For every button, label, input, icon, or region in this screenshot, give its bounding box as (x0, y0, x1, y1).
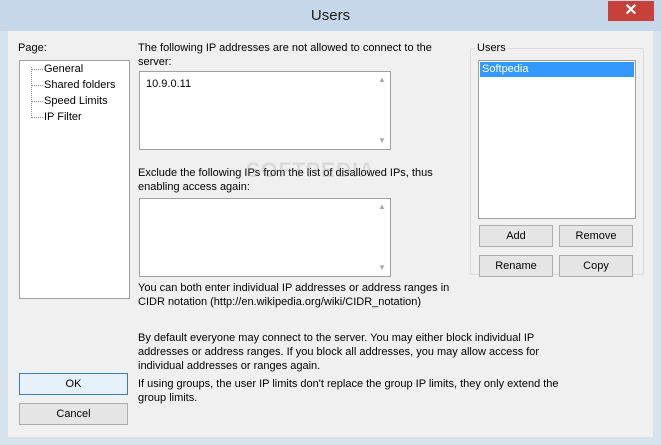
scroll-down-icon[interactable]: ▼ (374, 260, 390, 276)
scroll-up-icon[interactable]: ▲ (374, 72, 390, 88)
tree-item-label: IP Filter (44, 111, 82, 123)
dialog-client: Page: General Shared folders Speed Limit… (8, 31, 653, 437)
tree-branch (31, 69, 43, 70)
page-tree[interactable]: General Shared folders Speed Limits IP F… (19, 60, 130, 299)
exclude-ips-textarea[interactable]: ▲ ▼ (139, 198, 391, 277)
window-title: Users (310, 7, 351, 24)
scroll-down-icon[interactable]: ▼ (374, 133, 390, 149)
add-user-button[interactable]: Add (479, 225, 553, 247)
disallowed-label: The following IP addresses are not allow… (138, 42, 432, 68)
default-access-hint: By default everyone may connect to the s… (138, 332, 540, 372)
tree-connector (31, 67, 32, 118)
disallowed-ips-textarea[interactable]: 10.9.0.11 ▲ ▼ (139, 71, 391, 150)
groups-hint: If using groups, the user IP limits don'… (138, 378, 559, 404)
title-bar: Users ✕ (0, 0, 661, 31)
users-label: Users (475, 41, 508, 55)
remove-user-button[interactable]: Remove (559, 225, 633, 247)
exclude-scrollbar[interactable]: ▲ ▼ (374, 199, 390, 276)
disallowed-scrollbar[interactable]: ▲ ▼ (374, 72, 390, 149)
tree-branch (31, 85, 43, 86)
ok-button[interactable]: OK (19, 373, 128, 395)
tree-item-label: Shared folders (44, 79, 116, 91)
tree-item-label: Speed Limits (44, 95, 108, 107)
tree-branch (31, 117, 43, 118)
watermark: SOFTPEDIA (246, 159, 376, 182)
cancel-button[interactable]: Cancel (19, 403, 128, 425)
copy-user-button[interactable]: Copy (559, 255, 633, 277)
rename-user-button[interactable]: Rename (479, 255, 553, 277)
close-icon: ✕ (624, 2, 638, 19)
cidr-hint: You can both enter individual IP address… (138, 282, 450, 308)
tree-branch (31, 101, 43, 102)
scroll-up-icon[interactable]: ▲ (374, 199, 390, 215)
close-button[interactable]: ✕ (608, 1, 654, 21)
page-label: Page: (18, 42, 47, 54)
users-list[interactable]: Softpedia (478, 60, 636, 219)
disallowed-ips-value: 10.9.0.11 (146, 78, 192, 90)
tree-item-label: General (44, 63, 84, 75)
user-list-item[interactable]: Softpedia (480, 62, 634, 77)
